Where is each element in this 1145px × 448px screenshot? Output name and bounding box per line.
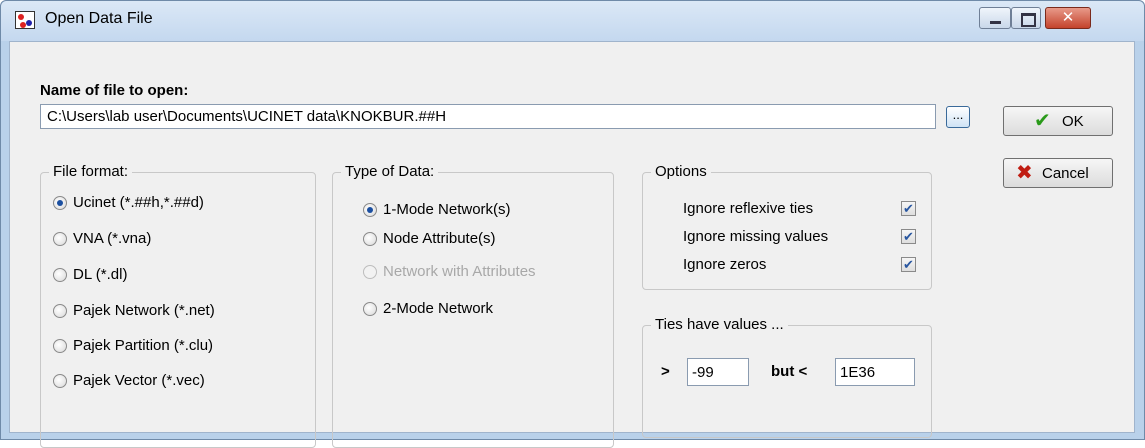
dialog-body: Name of file to open: ... ✔ OK ✖ Cancel … [9,41,1135,448]
checkbox[interactable]: ✔ [901,257,916,272]
app-icon [15,11,35,29]
checkbox[interactable]: ✔ [901,201,916,216]
radio-button[interactable] [53,304,67,318]
radio-button[interactable] [363,203,377,217]
data-type-group: Type of Data: 1-Mode Network(s) Node Att… [332,163,614,448]
cancel-label: Cancel [1042,165,1089,182]
close-icon: ✕ [1061,9,1075,26]
radio-button [363,265,377,279]
option-label: Ignore missing values [683,228,829,245]
ties-title: Ties have values ... [651,316,788,333]
minimize-button[interactable] [979,7,1011,29]
maximize-button[interactable] [1011,7,1041,29]
option-label: Ignore zeros [683,256,767,273]
but-less-than-label: but < [771,363,808,380]
radio-button[interactable] [53,374,67,388]
radio-button[interactable] [363,232,377,246]
option-ignore-zeros[interactable]: Ignore zeros ✔ [683,255,916,275]
lower-bound-input[interactable] [687,358,749,386]
radio-button[interactable] [53,339,67,353]
file-format-group: File format: Ucinet (*.##h,*.##d) VNA (*… [40,163,316,448]
option-ignore-reflexive[interactable]: Ignore reflexive ties ✔ [683,199,916,219]
radio-button[interactable] [53,232,67,246]
title-bar[interactable]: Open Data File ✕ [1,1,1144,41]
radio-button[interactable] [53,268,67,282]
option-ignore-missing[interactable]: Ignore missing values ✔ [683,227,916,247]
cancel-button[interactable]: ✖ Cancel [1003,158,1113,188]
radio-button[interactable] [363,302,377,316]
browse-button[interactable]: ... [946,106,970,128]
checkmark-icon: ✔ [1034,110,1051,132]
file-format-title: File format: [49,163,133,180]
data-type-title: Type of Data: [341,163,439,180]
option-label: Ignore reflexive ties [683,200,814,217]
options-title: Options [651,163,711,180]
greater-than-label: > [661,363,670,380]
options-group: Options Ignore reflexive ties ✔ Ignore m… [642,163,932,290]
ok-button[interactable]: ✔ OK [1003,106,1113,136]
window-title: Open Data File [45,10,153,27]
radio-button[interactable] [53,196,67,210]
x-icon: ✖ [1016,162,1033,184]
file-path-input[interactable] [40,104,936,129]
file-name-label: Name of file to open: [40,82,189,99]
ties-values-group: Ties have values ... > but < [642,316,932,438]
ok-label: OK [1062,113,1084,130]
close-button[interactable]: ✕ [1045,7,1091,29]
open-data-file-window: Open Data File ✕ Name of file to open: .… [0,0,1145,448]
checkbox[interactable]: ✔ [901,229,916,244]
upper-bound-input[interactable] [835,358,915,386]
